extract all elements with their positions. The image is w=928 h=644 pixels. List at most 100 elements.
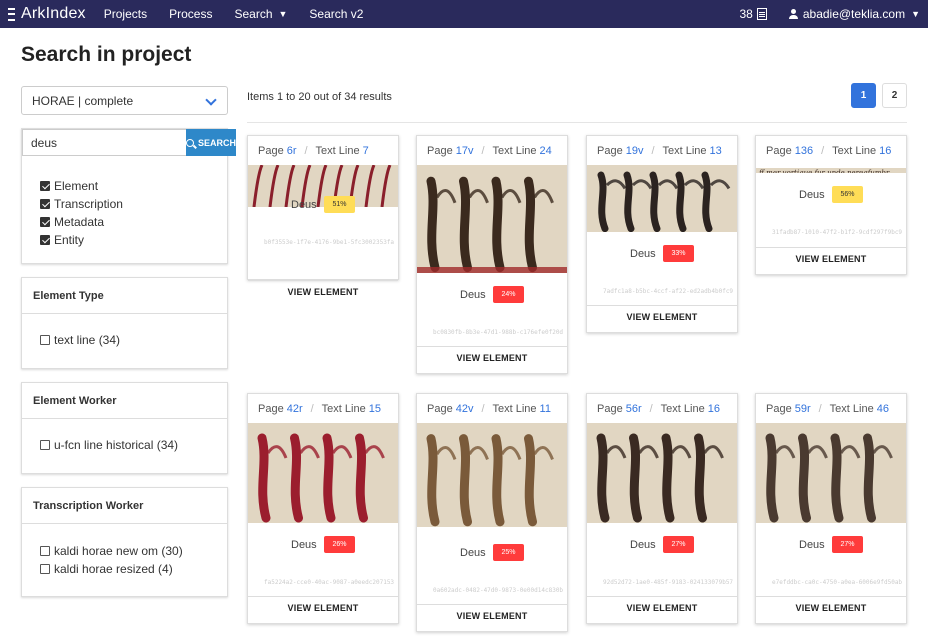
facet-transcription-worker: Transcription Worker kaldi horae new om … [21,487,228,597]
transcription-text: Deus [630,539,656,551]
facet-option[interactable]: kaldi horae new om (30) [40,542,227,560]
page-button-1[interactable]: 1 [851,83,876,108]
nav-search-v2[interactable]: Search v2 [309,7,363,21]
view-element-button[interactable]: VIEW ELEMENT [417,604,567,626]
source-transcription[interactable]: Transcription [40,195,227,213]
view-element-button[interactable]: VIEW ELEMENT [248,596,398,618]
search-input[interactable] [22,129,186,156]
page-link[interactable]: 56r [626,403,642,415]
element-thumbnail[interactable] [587,165,737,232]
card-header: Page 42r / Text Line 15 [248,394,398,423]
user-email: abadie@teklia.com [802,7,906,21]
source-metadata[interactable]: Metadata [40,213,227,231]
page-link[interactable]: 42v [456,403,474,415]
facet-option[interactable]: u-fcn line historical (34) [40,436,227,454]
view-element-button[interactable]: VIEW ELEMENT [756,247,906,269]
view-element-button[interactable]: VIEW ELEMENT [756,596,906,618]
page-link[interactable]: 6r [287,145,297,157]
transcription-text: Deus [799,539,825,551]
element-thumbnail[interactable] [417,423,567,527]
element-thumbnail[interactable] [756,423,906,523]
menu-icon [8,7,15,21]
page-link[interactable]: 19v [626,145,644,157]
checkbox[interactable] [40,546,50,556]
transcription-text: Deus [291,199,317,211]
card-header: Page 17v / Text Line 24 [417,136,567,165]
element-id: 7adfc1a8-b5bc-4ccf-af22-ed2adb4b0fc9 [603,288,734,295]
confidence-badge: 33% [663,245,694,262]
page-prefix: Page [427,144,453,157]
breadcrumb-separator: / [821,144,825,157]
facet-option[interactable]: kaldi horae resized (4) [40,560,227,578]
element-thumbnail[interactable]: ff mer vortique fur unde neregfumbr [756,165,906,173]
view-element-button[interactable]: VIEW ELEMENT [417,346,567,368]
checkbox[interactable] [40,335,50,345]
result-card: Page 56r / Text Line 16 Deus 27% 92d52d72-1ae0-… [586,393,738,624]
confidence-badge: 25% [493,544,524,561]
breadcrumb-separator: / [818,402,822,415]
jobs-counter[interactable]: 38 [739,7,767,21]
logo-text: ArkIndex [21,5,86,22]
source-checkboxes: Element Transcription Metadata Entity [22,156,227,249]
result-card: Page 136 / Text Line 16 ff mer vortique fur u… [755,135,907,275]
element-thumbnail[interactable] [417,165,567,273]
nav-process[interactable]: Process [169,7,212,21]
checkbox[interactable] [40,217,50,227]
page-link[interactable]: 17v [456,145,474,157]
breadcrumb-separator: / [651,144,655,157]
page-prefix: Page [258,144,284,157]
checkbox[interactable] [40,181,50,191]
transcription-text: Deus [460,289,486,301]
checkbox[interactable] [40,235,50,245]
line-link[interactable]: 15 [369,403,381,415]
nav-projects[interactable]: Projects [104,7,147,21]
page-link[interactable]: 42r [287,403,303,415]
result-card: Page 19v / Text Line 13 Deus 33% 7adfc1a8-b5bc-… [586,135,738,333]
source-entity[interactable]: Entity [40,231,227,249]
page-link[interactable]: 59r [795,403,811,415]
confidence-badge: 51% [324,196,355,213]
app-logo[interactable]: ArkIndex [8,5,86,23]
transcription-text: Deus [460,547,486,559]
confidence-badge: 56% [832,186,863,203]
line-link[interactable]: 16 [879,145,891,157]
element-thumbnail[interactable] [248,165,398,207]
line-link[interactable]: 16 [708,403,720,415]
view-element-button[interactable]: VIEW ELEMENT [248,280,398,302]
page-prefix: Page [597,402,623,415]
transcription-text: Deus [799,189,825,201]
nav-search-dropdown[interactable]: Search ▼ [234,7,287,21]
project-select[interactable]: HORAE | complete [21,86,228,115]
result-card: Page 17v / Text Line 24 Deus 24% bc0830fb-8b3e-… [416,135,568,374]
page-link[interactable]: 136 [795,145,813,157]
user-menu[interactable]: abadie@teklia.com ▼ [788,7,920,21]
confidence-badge: 26% [324,536,355,553]
source-element[interactable]: Element [40,177,227,195]
line-link[interactable]: 11 [540,403,551,415]
results-divider [247,122,907,123]
result-card: Page 42r / Text Line 15 Deus 26% fa5224a2-cce0-… [247,393,399,624]
breadcrumb-separator: / [481,402,485,415]
page-prefix: Page [597,144,623,157]
line-prefix: Text Line [492,144,537,157]
view-element-button[interactable]: VIEW ELEMENT [587,596,737,618]
line-link[interactable]: 13 [710,145,722,157]
line-link[interactable]: 7 [363,145,369,157]
svg-text:ff mer vortique fur unde nereg: ff mer vortique fur unde neregfumbr [758,169,890,173]
search-button[interactable]: SEARCH [186,129,237,156]
element-id: bc0830fb-8b3e-47d1-988b-c176efe0f20d [433,329,564,336]
checkbox[interactable] [40,564,50,574]
line-link[interactable]: 24 [540,145,552,157]
element-thumbnail[interactable] [248,423,398,523]
element-id: b0f3553e-1f7e-4176-9be1-5fc3002353fa [264,239,395,246]
element-thumbnail[interactable] [587,423,737,523]
chevron-down-icon: ▼ [278,9,288,19]
transcription-text: Deus [291,539,317,551]
project-select-value: HORAE | complete [32,93,134,108]
view-element-button[interactable]: VIEW ELEMENT [587,305,737,327]
checkbox[interactable] [40,199,50,209]
line-link[interactable]: 46 [877,403,889,415]
page-button-2[interactable]: 2 [882,83,907,108]
checkbox[interactable] [40,440,50,450]
facet-option[interactable]: text line (34) [40,331,227,349]
